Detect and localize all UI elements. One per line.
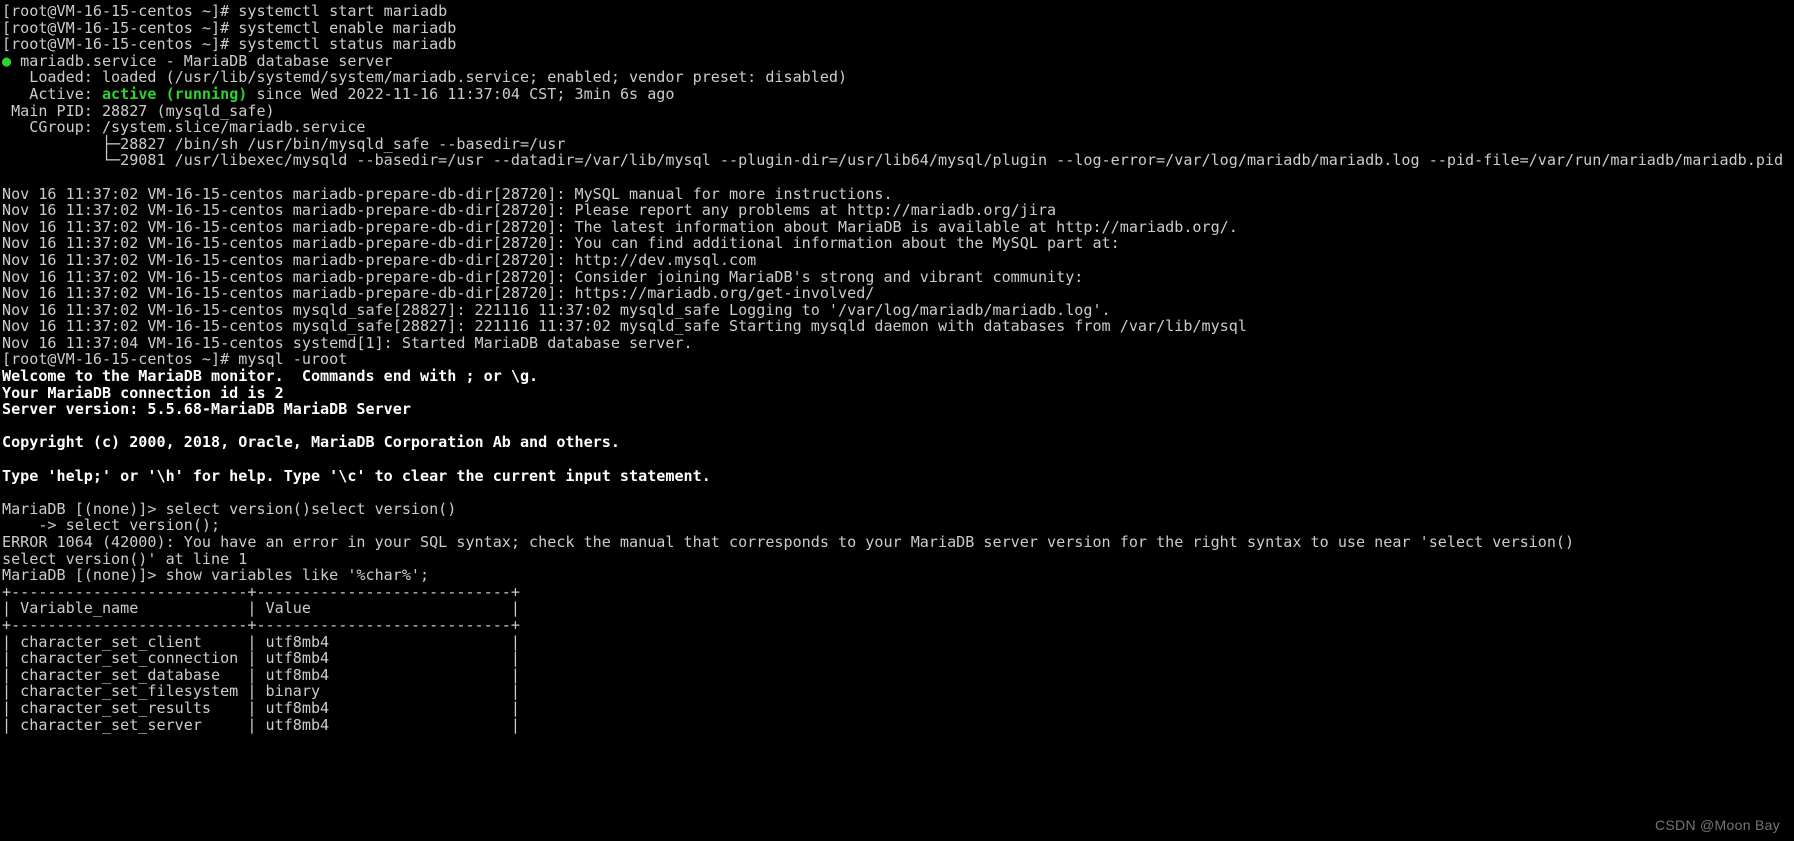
terminal-line: Welcome to the MariaDB monitor. Commands… (2, 368, 1794, 385)
terminal-line-text: Nov 16 11:37:02 VM-16-15-centos mariadb-… (2, 267, 1084, 286)
terminal-line (2, 169, 1794, 186)
terminal-line: select version()' at line 1 (2, 549, 1794, 568)
watermark-label: CSDN @Moon Bay (1654, 817, 1780, 833)
terminal-line-text (2, 168, 11, 186)
terminal-line-text: Nov 16 11:37:02 VM-16-15-centos mariadb-… (2, 184, 893, 203)
terminal-line: Nov 16 11:37:02 VM-16-15-centos mariadb-… (2, 202, 1794, 219)
terminal-line: | character_set_results | utf8mb4 | (2, 700, 1794, 717)
terminal-line: [root@VM-16-15-centos ~]# systemctl star… (2, 3, 1794, 20)
terminal-line: | character_set_filesystem | binary | (2, 683, 1794, 700)
terminal-line: ● mariadb.service - MariaDB database ser… (2, 51, 1794, 70)
terminal-line-text: | character_set_results | utf8mb4 | (2, 698, 520, 717)
terminal-line: Nov 16 11:37:02 VM-16-15-centos mariadb-… (2, 184, 1794, 203)
terminal-line: Your MariaDB connection id is 2 (2, 383, 1794, 402)
terminal-line: ├─28827 /bin/sh /usr/bin/mysqld_safe --b… (2, 135, 1794, 153)
terminal-line-text: Nov 16 11:37:02 VM-16-15-centos mariadb-… (2, 234, 1120, 253)
terminal-line: | Variable_name | Value | (2, 600, 1794, 617)
terminal-line-text: | character_set_database | utf8mb4 | (2, 665, 520, 684)
terminal-line: Nov 16 11:37:04 VM-16-15-centos systemd[… (2, 335, 1794, 352)
terminal-line: Loaded: loaded (/usr/lib/systemd/system/… (2, 69, 1794, 86)
terminal-line: Copyright (c) 2000, 2018, Oracle, MariaD… (2, 434, 1794, 451)
terminal-line-text: └─29081 /usr/libexec/mysqld --basedir=/u… (2, 151, 1794, 170)
terminal-line: +--------------------------+------------… (2, 617, 1794, 634)
terminal-line: +--------------------------+------------… (2, 582, 1794, 601)
terminal-line (2, 418, 1794, 435)
terminal-line-text: | character_set_filesystem | binary | (2, 682, 520, 701)
terminal-line: Nov 16 11:37:02 VM-16-15-centos mariadb-… (2, 252, 1794, 269)
terminal-line-text: MariaDB [(none)]> show variables like '%… (2, 566, 430, 585)
terminal-line: | character_set_client | utf8mb4 | (2, 632, 1794, 651)
terminal-line-text: Your MariaDB connection id is 2 (2, 383, 284, 402)
terminal-line-text: Welcome to the MariaDB monitor. Commands… (2, 367, 539, 386)
terminal-line-text: -> select version(); (2, 516, 221, 535)
terminal-line-text: Server version: 5.5.68-MariaDB MariaDB S… (2, 400, 411, 419)
terminal-line: Nov 16 11:37:02 VM-16-15-centos mariadb-… (2, 267, 1794, 286)
terminal-line-text (2, 450, 11, 468)
terminal-line-text: Type 'help;' or '\h' for help. Type '\c'… (2, 466, 711, 485)
terminal-line-text: [root@VM-16-15-centos ~]# systemctl star… (2, 2, 448, 20)
active-label: Active: (2, 84, 102, 103)
terminal-line-text: | character_set_client | utf8mb4 | (2, 632, 520, 651)
terminal-line-text (2, 483, 11, 501)
terminal-line (2, 451, 1794, 468)
terminal-line: [root@VM-16-15-centos ~]# systemctl enab… (2, 18, 1794, 37)
terminal-line-text: Nov 16 11:37:02 VM-16-15-centos mysqld_s… (2, 300, 1111, 319)
terminal-line-text: ERROR 1064 (42000): You have an error in… (2, 533, 1575, 551)
terminal-line: [root@VM-16-15-centos ~]# mysql -uroot (2, 351, 1794, 368)
terminal-line-text (2, 417, 11, 435)
terminal-line-text: +--------------------------+------------… (2, 615, 520, 634)
terminal-line: -> select version(); (2, 517, 1794, 534)
service-unit-title: mariadb.service - MariaDB database serve… (11, 51, 393, 70)
terminal-line: Nov 16 11:37:02 VM-16-15-centos mariadb-… (2, 235, 1794, 252)
terminal-line: | character_set_connection | utf8mb4 | (2, 650, 1794, 667)
terminal-line: Nov 16 11:37:02 VM-16-15-centos mariadb-… (2, 285, 1794, 302)
active-timestamp: since Wed 2022-11-16 11:37:04 CST; 3min … (247, 84, 675, 103)
terminal-line: Type 'help;' or '\h' for help. Type '\c'… (2, 466, 1794, 485)
service-status-dot-icon: ● (2, 51, 12, 70)
terminal-line (2, 484, 1794, 501)
terminal-line-text: [root@VM-16-15-centos ~]# systemctl enab… (2, 18, 457, 37)
terminal-line-text: Nov 16 11:37:02 VM-16-15-centos mariadb-… (2, 284, 875, 303)
terminal-line-text: +--------------------------+------------… (2, 582, 520, 601)
terminal-line-text: Loaded: loaded (/usr/lib/systemd/system/… (2, 68, 848, 87)
terminal-line: MariaDB [(none)]> select version()select… (2, 501, 1794, 518)
terminal-line: ERROR 1064 (42000): You have an error in… (2, 534, 1794, 551)
terminal-window[interactable]: [root@VM-16-15-centos ~]# systemctl star… (0, 0, 1794, 841)
active-running-status: active (running) (101, 84, 248, 103)
terminal-line: Active: active (running) since Wed 2022-… (2, 86, 1794, 103)
terminal-line-text: [root@VM-16-15-centos ~]# systemctl stat… (2, 35, 457, 54)
terminal-line: Server version: 5.5.68-MariaDB MariaDB S… (2, 401, 1794, 418)
terminal-line: MariaDB [(none)]> show variables like '%… (2, 567, 1794, 584)
terminal-line-text: Copyright (c) 2000, 2018, Oracle, MariaD… (2, 433, 620, 452)
terminal-line-text: select version()' at line 1 (2, 549, 248, 568)
terminal-line-text: Nov 16 11:37:02 VM-16-15-centos mariadb-… (2, 217, 1238, 236)
terminal-line-text: [root@VM-16-15-centos ~]# mysql -uroot (2, 350, 348, 369)
terminal-line: [root@VM-16-15-centos ~]# systemctl stat… (2, 36, 1794, 53)
terminal-line-text: Nov 16 11:37:02 VM-16-15-centos mariadb-… (2, 201, 1057, 220)
terminal-line: Nov 16 11:37:02 VM-16-15-centos mysqld_s… (2, 318, 1794, 335)
terminal-line-text: | character_set_server | utf8mb4 | (2, 715, 520, 734)
terminal-line: Nov 16 11:37:02 VM-16-15-centos mariadb-… (2, 217, 1794, 236)
terminal-line-text: Nov 16 11:37:02 VM-16-15-centos mariadb-… (2, 250, 757, 269)
terminal-output: [root@VM-16-15-centos ~]# systemctl star… (2, 3, 1794, 733)
terminal-line: └─29081 /usr/libexec/mysqld --basedir=/u… (2, 152, 1794, 169)
terminal-line-text: Main PID: 28827 (mysqld_safe) (2, 101, 275, 120)
terminal-line: | character_set_database | utf8mb4 | (2, 665, 1794, 684)
terminal-line-text: MariaDB [(none)]> select version()select… (2, 499, 457, 518)
terminal-line-text: | Variable_name | Value | (2, 599, 520, 618)
terminal-line: CGroup: /system.slice/mariadb.service (2, 119, 1794, 136)
terminal-line-text: CGroup: /system.slice/mariadb.service (2, 118, 366, 137)
terminal-line: Main PID: 28827 (mysqld_safe) (2, 101, 1794, 120)
terminal-line-text: | character_set_connection | utf8mb4 | (2, 649, 520, 668)
terminal-line-text: Nov 16 11:37:04 VM-16-15-centos systemd[… (2, 333, 693, 352)
terminal-line: Nov 16 11:37:02 VM-16-15-centos mysqld_s… (2, 300, 1794, 319)
terminal-line-text: Nov 16 11:37:02 VM-16-15-centos mysqld_s… (2, 317, 1247, 336)
terminal-line: | character_set_server | utf8mb4 | (2, 715, 1794, 734)
